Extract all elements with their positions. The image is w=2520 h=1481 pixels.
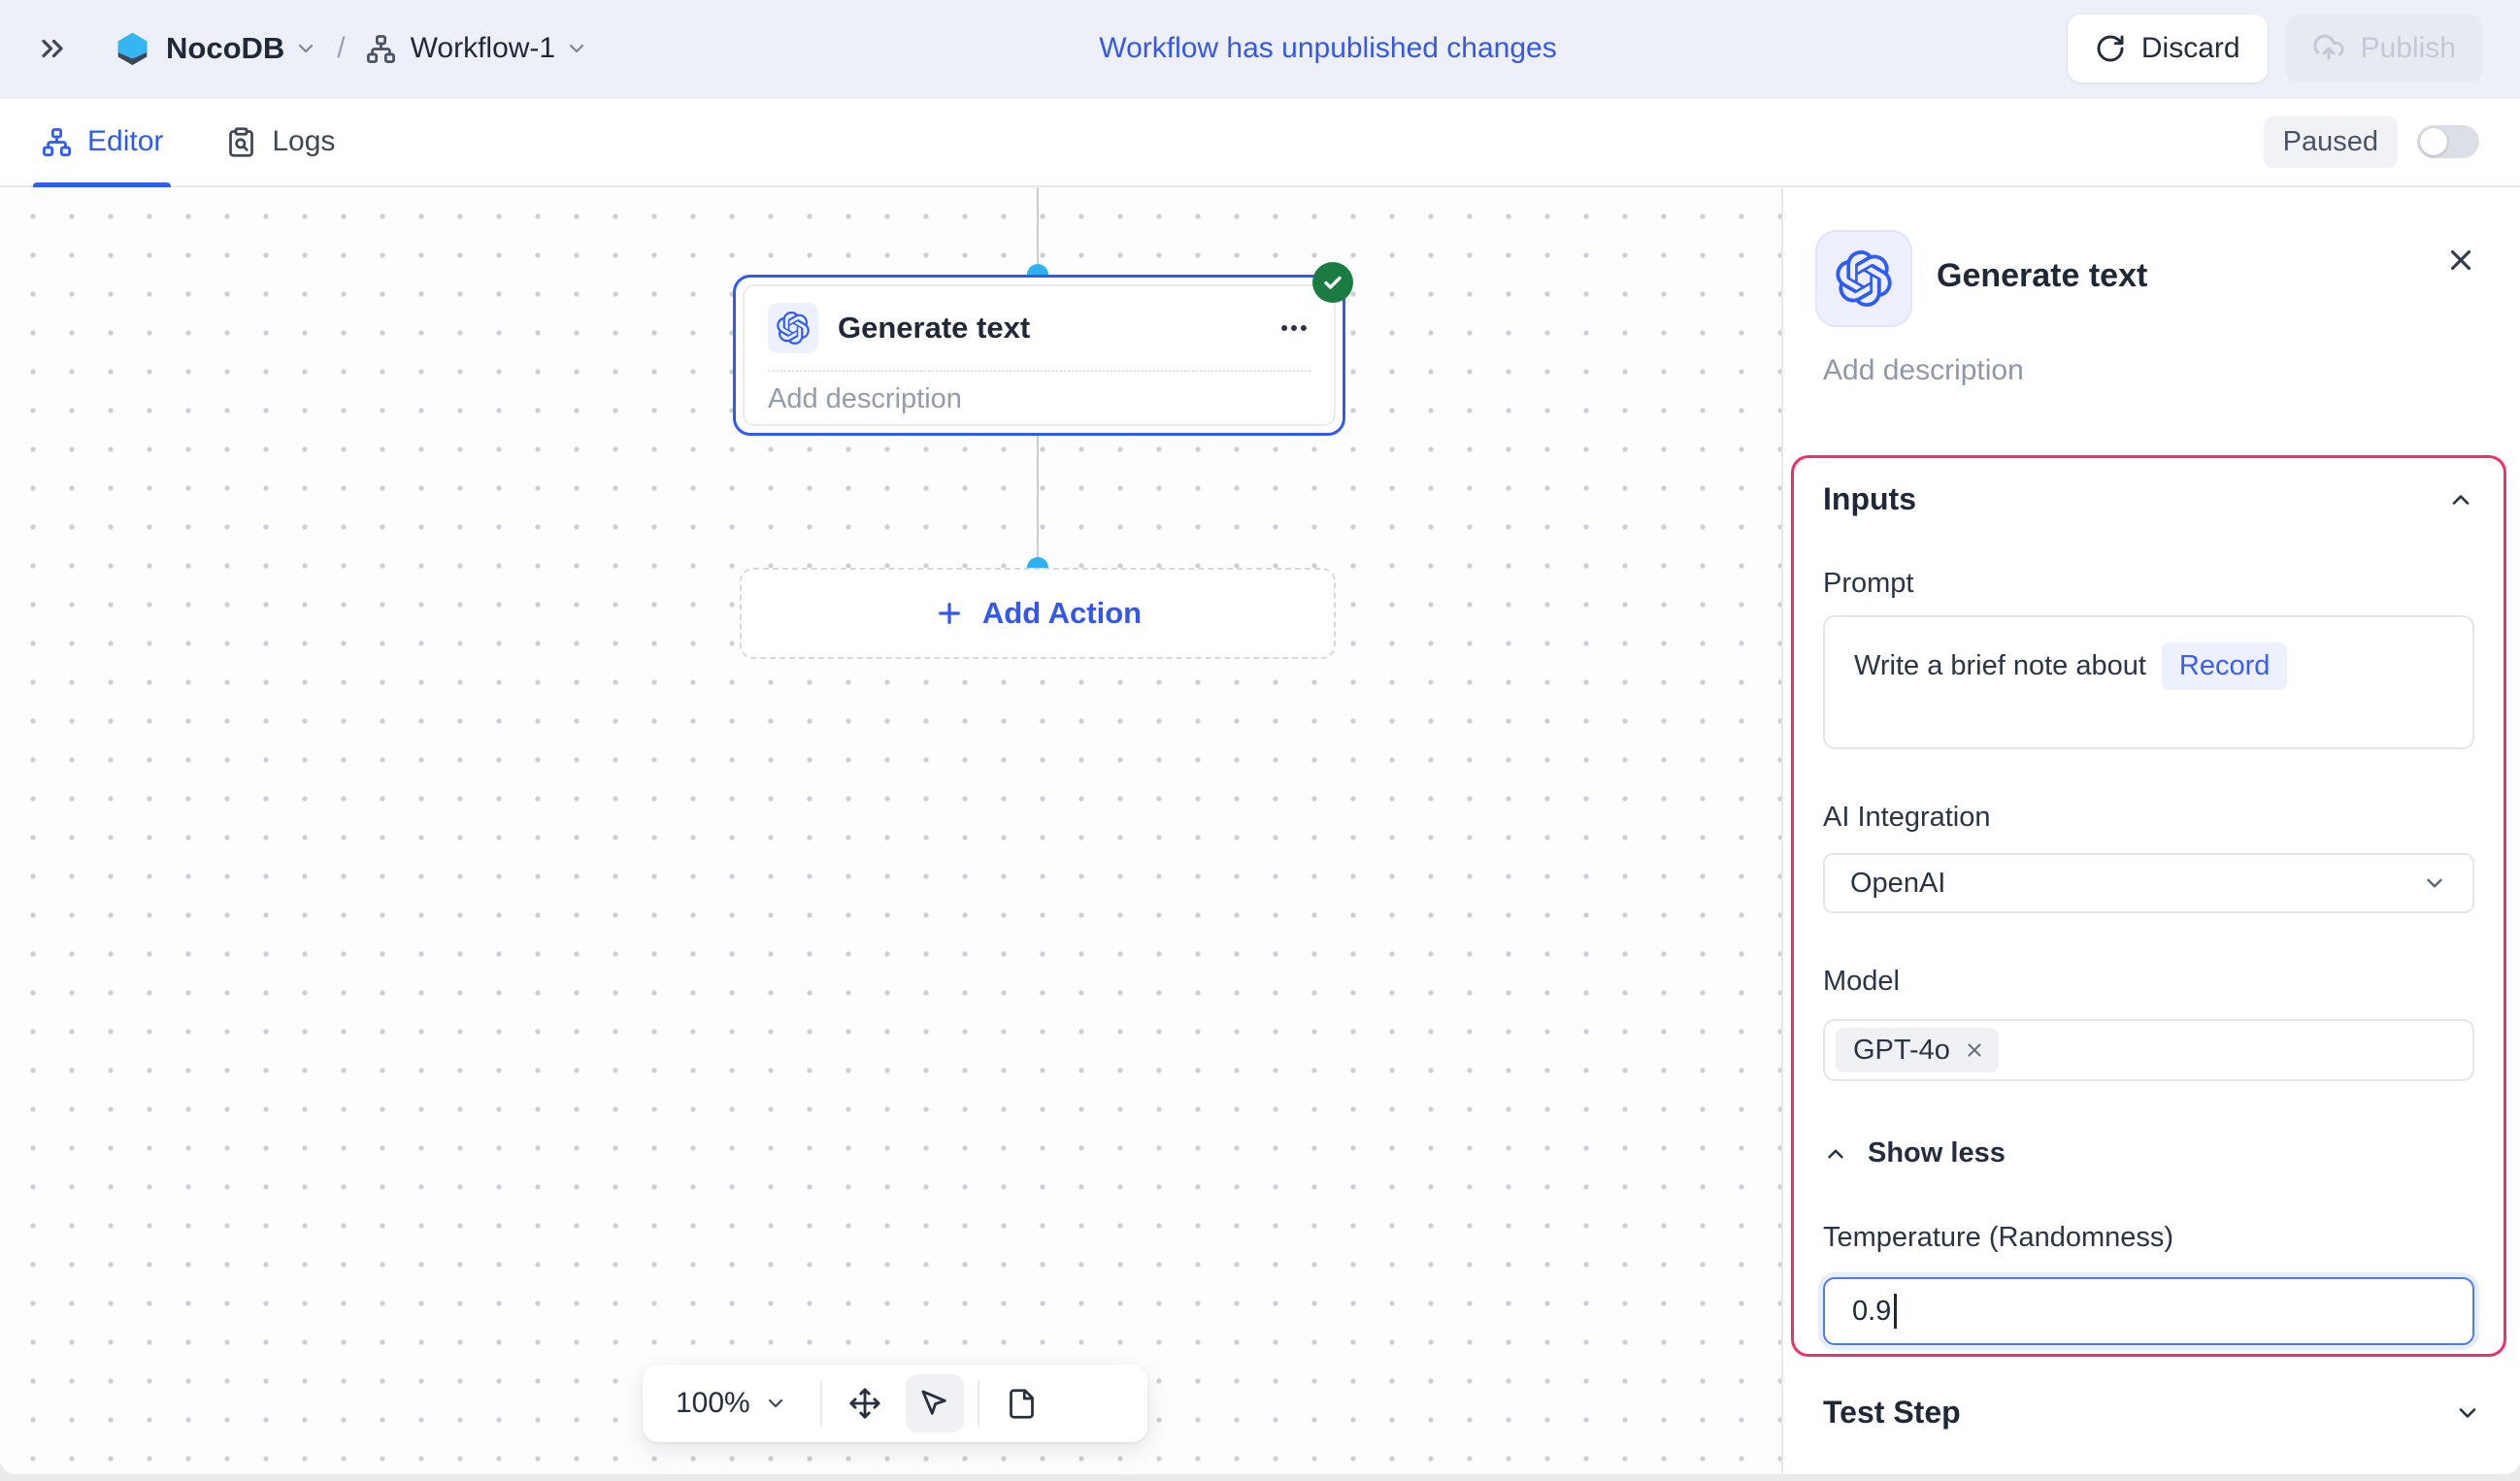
- node-generate-text[interactable]: Generate text Add description: [733, 275, 1345, 436]
- temperature-value: 0.9: [1852, 1296, 1891, 1328]
- breadcrumb-separator: /: [337, 32, 345, 65]
- panel-title: Generate text: [1937, 257, 2147, 295]
- ellipsis-menu-icon[interactable]: [1277, 312, 1310, 345]
- remove-model-icon[interactable]: [1964, 1039, 1985, 1061]
- collapse-sidebar-button[interactable]: [29, 25, 76, 72]
- paused-toggle[interactable]: [2417, 125, 2479, 158]
- zoom-level-dropdown[interactable]: 100%: [650, 1387, 812, 1420]
- select-tool-button[interactable]: [906, 1374, 964, 1432]
- chevron-down-icon: [2454, 1399, 2481, 1427]
- inputs-section: Inputs Prompt Write a brief note about Re…: [1791, 455, 2506, 1357]
- publish-label: Publish: [2361, 32, 2456, 65]
- chevron-down-icon: [2422, 871, 2447, 896]
- refresh-icon: [2095, 33, 2126, 64]
- prompt-input[interactable]: Write a brief note about Record: [1823, 615, 2474, 749]
- publish-button[interactable]: Publish: [2285, 15, 2483, 82]
- ai-integration-select[interactable]: OpenAI: [1823, 853, 2474, 913]
- chevron-down-icon: [764, 1392, 787, 1415]
- model-chip-label: GPT-4o: [1853, 1035, 1950, 1067]
- main-area: Generate text Add description Add Action…: [0, 187, 2520, 1474]
- ai-integration-label: AI Integration: [1823, 802, 2474, 834]
- text-cursor: [1894, 1294, 1897, 1329]
- node-config-panel: Generate text Add description Inputs Pro…: [1783, 187, 2520, 1474]
- inputs-section-header[interactable]: Inputs: [1823, 481, 2474, 517]
- toolbar-divider: [820, 1381, 822, 1426]
- node-title: Generate text: [838, 311, 1030, 346]
- show-less-button[interactable]: Show less: [1823, 1137, 2474, 1169]
- topbar-actions: Discard Publish: [2068, 15, 2483, 82]
- tab-logs[interactable]: Logs: [225, 98, 335, 185]
- ai-integration-value: OpenAI: [1850, 868, 1945, 900]
- zoom-level-value: 100%: [676, 1387, 750, 1420]
- notes-tool-button[interactable]: [993, 1374, 1051, 1432]
- node-success-badge: [1312, 262, 1353, 303]
- show-less-label: Show less: [1868, 1137, 2006, 1169]
- record-field-chip[interactable]: Record: [2162, 642, 2288, 690]
- tab-logs-label: Logs: [272, 125, 335, 158]
- chevrons-right-icon: [35, 31, 70, 66]
- temperature-label: Temperature (Randomness): [1823, 1222, 2474, 1254]
- workflow-icon: [365, 33, 397, 65]
- view-tabbar: Editor Logs Paused: [0, 98, 2520, 187]
- add-action-button[interactable]: Add Action: [740, 568, 1336, 659]
- move-icon: [848, 1387, 881, 1420]
- model-chip: GPT-4o: [1836, 1028, 1999, 1072]
- canvas-toolbar: 100%: [643, 1365, 1147, 1442]
- model-label: Model: [1823, 966, 2474, 998]
- discard-button[interactable]: Discard: [2068, 15, 2268, 82]
- chevron-down-icon[interactable]: [565, 37, 588, 60]
- topbar: NocoDB / Workflow-1 Workflow has unpubli…: [0, 0, 2520, 98]
- openai-icon: [1815, 230, 1912, 327]
- inputs-section-title: Inputs: [1823, 481, 1916, 517]
- breadcrumb-workflow-name[interactable]: Workflow-1: [411, 32, 555, 65]
- mouse-pointer-icon: [918, 1387, 951, 1420]
- openai-icon: [768, 303, 818, 353]
- workflow-canvas[interactable]: Generate text Add description Add Action…: [0, 187, 1783, 1474]
- check-icon: [1321, 271, 1344, 294]
- file-icon: [1006, 1388, 1038, 1420]
- temperature-input[interactable]: 0.9: [1823, 1277, 2474, 1345]
- node-title-row: Generate text: [745, 286, 1334, 370]
- toggle-knob: [2420, 128, 2447, 155]
- paused-label: Paused: [2264, 116, 2398, 168]
- tab-editor[interactable]: Editor: [41, 98, 163, 185]
- test-step-section-header[interactable]: Test Step: [1823, 1395, 2481, 1431]
- panel-description-placeholder[interactable]: Add description: [1823, 354, 2024, 387]
- node-card: Generate text Add description: [743, 284, 1336, 426]
- prompt-label: Prompt: [1823, 568, 2474, 600]
- app-window: NocoDB / Workflow-1 Workflow has unpubli…: [0, 0, 2520, 1474]
- pan-tool-button[interactable]: [836, 1374, 894, 1432]
- chevron-up-icon: [1823, 1141, 1848, 1167]
- toolbar-divider: [978, 1381, 979, 1426]
- pause-controls: Paused: [2264, 116, 2479, 168]
- breadcrumb: NocoDB / Workflow-1: [29, 25, 588, 72]
- tab-editor-label: Editor: [87, 125, 163, 158]
- breadcrumb-app-name[interactable]: NocoDB: [166, 31, 284, 66]
- unpublished-changes-status: Workflow has unpublished changes: [588, 32, 2068, 65]
- discard-label: Discard: [2141, 32, 2240, 65]
- node-description-placeholder[interactable]: Add description: [745, 372, 1334, 415]
- sitemap-icon: [41, 126, 73, 158]
- chevron-down-icon[interactable]: [294, 37, 317, 60]
- connector-line: [1037, 187, 1039, 275]
- model-select[interactable]: GPT-4o: [1823, 1019, 2474, 1081]
- nocodb-logo-icon: [115, 31, 150, 67]
- plus-icon: [934, 598, 965, 629]
- clipboard-search-icon: [225, 126, 257, 158]
- close-panel-button[interactable]: [2438, 238, 2483, 282]
- add-action-label: Add Action: [982, 596, 1142, 631]
- connector-line: [1037, 436, 1039, 568]
- chevron-up-icon: [2447, 486, 2474, 513]
- cloud-upload-icon: [2312, 32, 2345, 65]
- prompt-text: Write a brief note about: [1854, 650, 2146, 681]
- close-icon: [2444, 244, 2477, 277]
- test-step-title: Test Step: [1823, 1395, 1961, 1431]
